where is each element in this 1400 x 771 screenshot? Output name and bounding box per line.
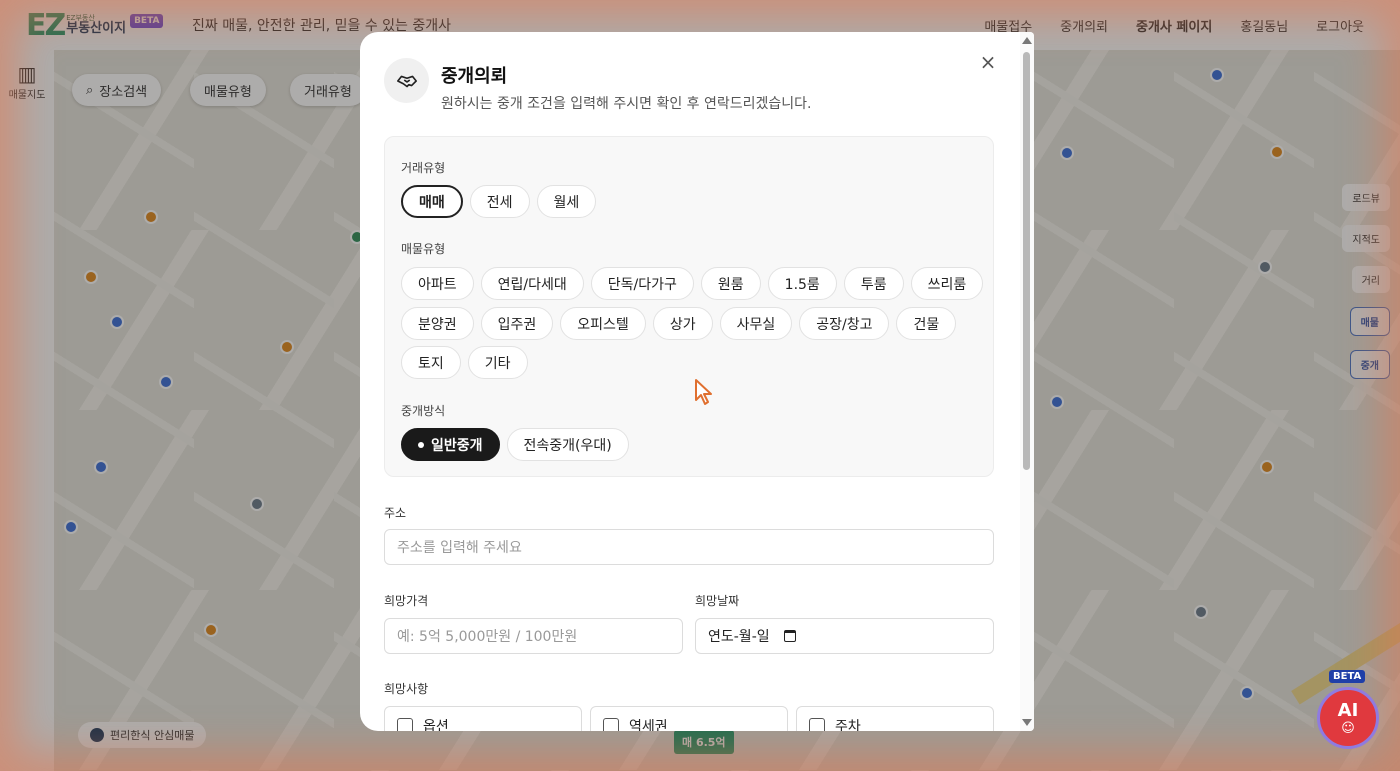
desired-price-label: 희망가격 xyxy=(384,594,429,608)
wish-option-station[interactable]: 역세권 xyxy=(590,706,788,731)
property-type-option[interactable]: 사무실 xyxy=(719,307,793,340)
property-type-option[interactable]: 연립/다세대 xyxy=(480,267,584,300)
property-type-option[interactable]: 쓰리룸 xyxy=(910,267,984,300)
property-type-option[interactable]: 1.5룸 xyxy=(767,267,837,300)
scroll-up-icon[interactable] xyxy=(1022,37,1032,44)
deal-type-label: 거래유형 xyxy=(401,161,446,175)
option-checkbox[interactable] xyxy=(397,718,413,731)
property-type-option[interactable]: 공장/창고 xyxy=(799,307,890,340)
property-type-option[interactable]: 토지 xyxy=(401,346,461,379)
brokerage-option-general[interactable]: 일반중개 xyxy=(401,428,500,461)
condition-panel: 거래유형 매매 전세 월세 매물유형 아파트 연립/다세대 단독/다가구 원룸 … xyxy=(384,136,994,477)
parking-checkbox[interactable] xyxy=(809,718,825,731)
wish-option-options[interactable]: 옵션 xyxy=(384,706,582,731)
selected-dot-icon xyxy=(418,441,424,448)
scroll-down-icon[interactable] xyxy=(1022,719,1032,726)
chat-icon: ☺ xyxy=(1341,720,1355,736)
mouse-cursor-icon xyxy=(695,379,712,405)
station-checkbox[interactable] xyxy=(603,718,619,731)
brokerage-method-label: 중개방식 xyxy=(401,404,446,418)
modal-scrollbar[interactable] xyxy=(1020,32,1034,731)
property-type-option[interactable]: 건물 xyxy=(896,307,957,340)
desired-price-input[interactable]: 예: 5억 5,000만원 / 100만원 xyxy=(384,618,683,654)
property-type-row-2: 분양권 입주권 오피스텔 상가 사무실 공장/창고 건물 xyxy=(401,307,957,340)
ai-beta-badge: BETA xyxy=(1329,670,1366,683)
property-type-label: 매물유형 xyxy=(401,242,446,256)
property-type-option[interactable]: 단독/다가구 xyxy=(590,267,694,300)
property-type-row-1: 아파트 연립/다세대 단독/다가구 원룸 1.5룸 투룸 쓰리룸 xyxy=(401,267,984,300)
property-type-option[interactable]: 원룸 xyxy=(700,267,761,300)
calendar-icon[interactable] xyxy=(783,630,796,642)
brokerage-option-exclusive[interactable]: 전속중개(우대) xyxy=(506,428,629,461)
modal-subtitle: 원하시는 중개 조건을 입력해 주시면 확인 후 연락드리겠습니다. xyxy=(441,96,812,112)
modal-title: 중개의뢰 xyxy=(441,66,508,87)
deal-type-option-sale[interactable]: 매매 xyxy=(401,185,463,218)
close-icon[interactable]: × xyxy=(978,52,998,72)
property-type-option[interactable]: 오피스텔 xyxy=(560,307,646,340)
property-type-option[interactable]: 아파트 xyxy=(401,267,474,300)
wish-option-parking[interactable]: 주차 xyxy=(796,706,994,731)
scroll-thumb[interactable] xyxy=(1023,52,1030,470)
deal-type-option-monthly[interactable]: 월세 xyxy=(536,185,597,218)
desired-date-input[interactable]: 연도-월-일 xyxy=(695,618,994,654)
deal-type-options: 매매 전세 월세 xyxy=(401,185,597,218)
handshake-icon xyxy=(384,58,429,103)
property-type-option[interactable]: 투룸 xyxy=(843,267,904,300)
property-type-option[interactable]: 분양권 xyxy=(401,307,474,340)
address-input[interactable]: 주소를 입력해 주세요 xyxy=(384,529,994,565)
ai-assistant-button[interactable]: AI ☺ xyxy=(1317,687,1379,749)
property-type-option[interactable]: 기타 xyxy=(467,346,528,379)
deal-type-option-jeonse[interactable]: 전세 xyxy=(469,185,530,218)
property-type-row-3: 토지 기타 xyxy=(401,346,528,379)
property-type-option[interactable]: 입주권 xyxy=(480,307,554,340)
desired-date-label: 희망날짜 xyxy=(695,594,740,608)
ai-label: AI xyxy=(1337,699,1359,721)
wishes-label: 희망사항 xyxy=(384,682,429,696)
property-type-option[interactable]: 상가 xyxy=(652,307,713,340)
address-label: 주소 xyxy=(384,506,407,520)
date-value: 연도-월-일 xyxy=(708,629,770,645)
brokerage-method-options: 일반중개 전속중개(우대) xyxy=(401,428,629,461)
